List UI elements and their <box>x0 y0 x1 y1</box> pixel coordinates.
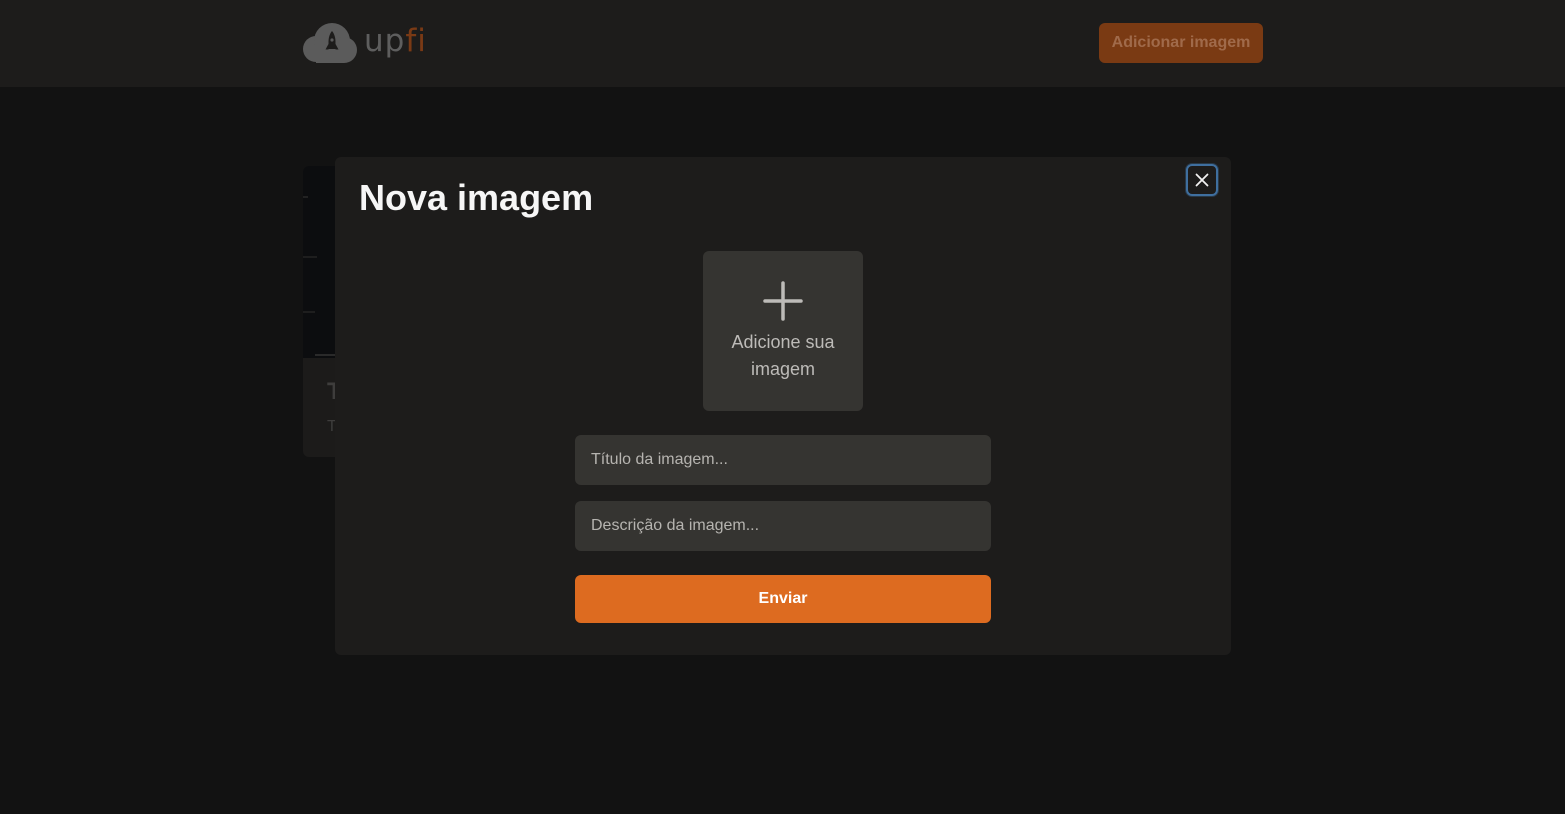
app-header: upfi Adicionar imagem <box>0 0 1565 87</box>
upload-label: Adicione sua imagem <box>731 332 835 379</box>
cloud-rocket-icon <box>303 23 357 63</box>
close-button[interactable] <box>1186 164 1218 196</box>
logo-wordmark: upfi <box>364 23 427 59</box>
image-title-input[interactable] <box>575 435 991 485</box>
upfi-logo[interactable]: upfi <box>303 22 427 64</box>
modal-title: Nova imagem <box>359 177 594 218</box>
new-image-modal: Nova imagem Adicione sua imagem Enviar <box>335 157 1231 655</box>
image-description-input[interactable] <box>575 501 991 551</box>
image-upload-area[interactable]: Adicione sua imagem <box>703 251 863 411</box>
add-image-button[interactable]: Adicionar imagem <box>1099 23 1263 63</box>
submit-button[interactable]: Enviar <box>575 575 991 623</box>
close-icon <box>1195 173 1209 187</box>
plus-icon <box>763 281 803 321</box>
